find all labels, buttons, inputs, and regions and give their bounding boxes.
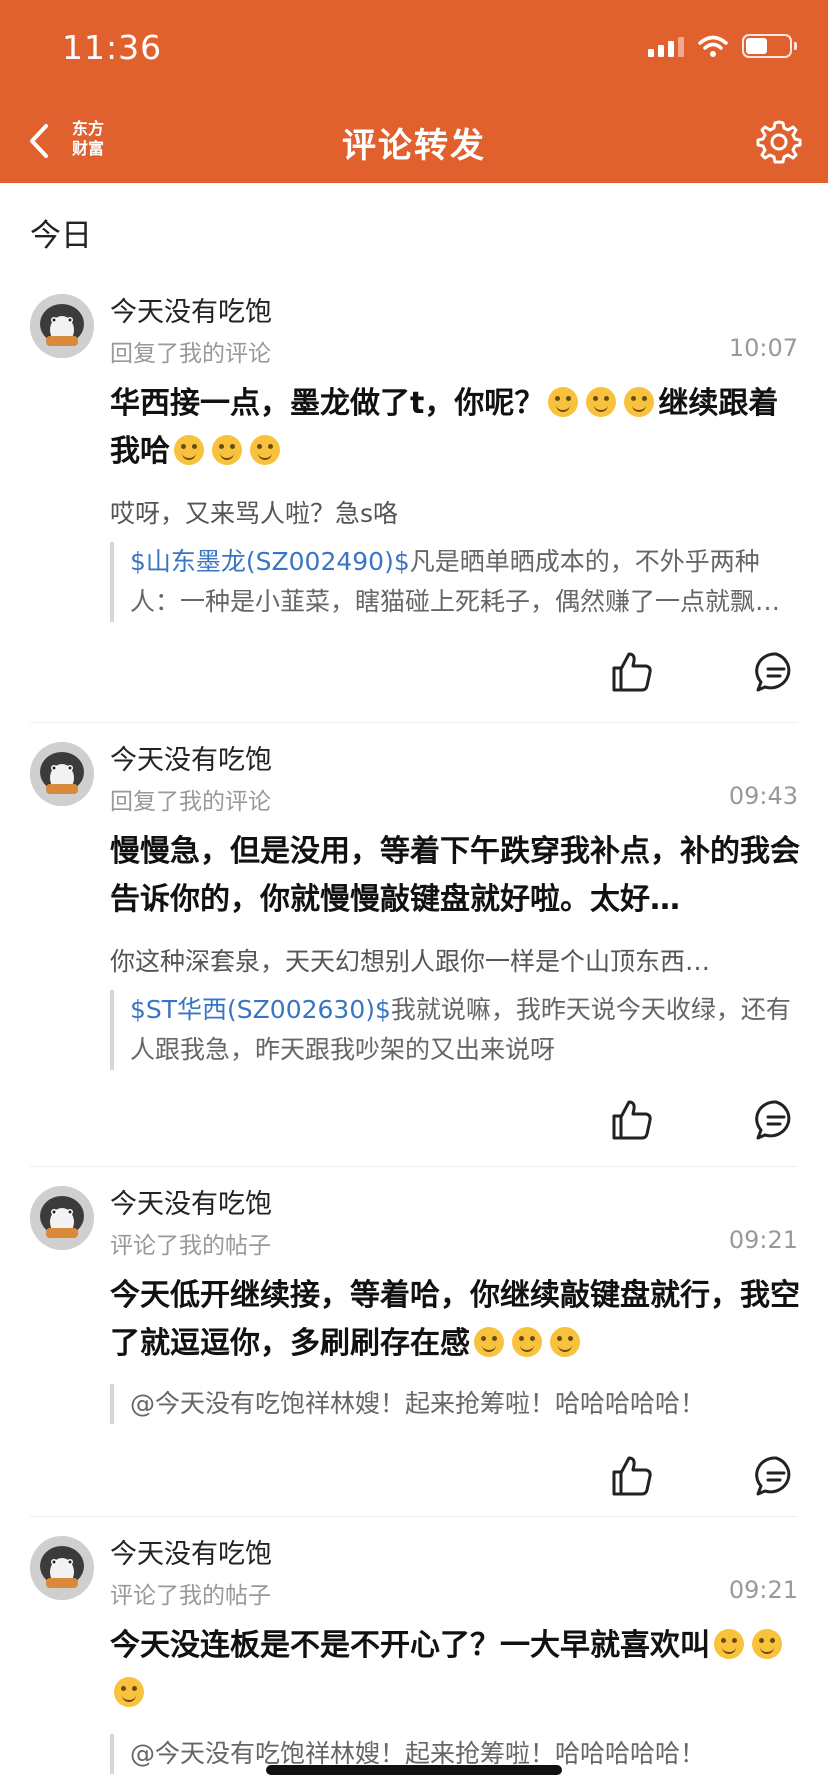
like-thumbs-up-icon[interactable] — [610, 1454, 654, 1498]
stock-link[interactable]: $山东墨龙(SZ002490)$ — [130, 547, 410, 576]
comment-text[interactable]: 华西接一点，墨龙做了t，你呢？ 继续跟着我哈 — [110, 380, 800, 476]
smile-emoji-icon — [250, 435, 280, 465]
action-text: 回复了我的评论 — [110, 789, 271, 815]
quoted-post[interactable]: $山东墨龙(SZ002490)$凡是晒单晒成本的，不外乎两种人：一种是小韮菜，瞎… — [110, 542, 800, 622]
battery-level — [746, 38, 767, 54]
username[interactable]: 今天没有吃饱 — [110, 1182, 272, 1221]
comment-text-part: 今天低开继续接，等着哈，你继续敲键盘就行，我空了就逗逗你，多刷刷存在感 — [110, 1278, 800, 1361]
avatar[interactable] — [30, 742, 94, 806]
comment-bubble-icon[interactable] — [754, 1098, 798, 1142]
stock-link[interactable]: $ST华西(SZ002630)$ — [130, 995, 391, 1024]
quoted-post[interactable]: $ST华西(SZ002630)$我就说嘛，我昨天说今天收绿，还有人跟我急，昨天跟… — [110, 990, 800, 1070]
action-text: 评论了我的帖子 — [110, 1583, 271, 1609]
avatar[interactable] — [30, 294, 94, 358]
smile-emoji-icon — [752, 1629, 782, 1659]
wifi-icon — [698, 35, 728, 57]
smile-emoji-icon — [512, 1327, 542, 1357]
timestamp: 09:43 — [728, 782, 798, 810]
comment-card[interactable]: 今天没有吃饱 评论了我的帖子 09:21 今天低开继续接，等着哈，你继续敲键盘就… — [0, 1182, 828, 1512]
comment-card[interactable]: 今天没有吃饱 回复了我的评论 09:43 慢慢急，但是没用，等着下午跌穿我补点，… — [0, 738, 828, 1168]
smile-emoji-icon — [114, 1677, 144, 1707]
reply-text[interactable]: 你这种深套泉，天天幻想别人跟你一样是个山顶东西… — [110, 942, 800, 978]
timestamp: 10:07 — [728, 334, 798, 362]
status-time: 11:36 — [62, 28, 163, 67]
comment-card[interactable]: 今天没有吃饱 回复了我的评论 10:07 华西接一点，墨龙做了t，你呢？ 继续跟着… — [0, 290, 828, 720]
comment-bubble-icon[interactable] — [754, 650, 798, 694]
smile-emoji-icon — [714, 1629, 744, 1659]
section-title-today: 今日 — [30, 218, 92, 254]
comment-text-part: 今天没连板是不是不开心了？一大早就喜欢叫 — [110, 1628, 710, 1663]
reply-text[interactable]: 哎呀，又来骂人啦？急s咯 — [110, 494, 800, 530]
page-title: 评论转发 — [342, 126, 486, 166]
smile-emoji-icon — [474, 1327, 504, 1357]
username[interactable]: 今天没有吃饱 — [110, 290, 272, 329]
divider — [30, 722, 798, 723]
comment-text[interactable]: 慢慢急，但是没用，等着下午跌穿我补点，补的我会告诉你的，你就慢慢敲键盘就好啦。太… — [110, 828, 800, 924]
comment-text[interactable]: 今天没连板是不是不开心了？一大早就喜欢叫 — [110, 1622, 800, 1718]
timestamp: 09:21 — [728, 1226, 798, 1254]
avatar[interactable] — [30, 1536, 94, 1600]
timestamp: 09:21 — [728, 1576, 798, 1604]
status-icons — [648, 34, 797, 58]
username[interactable]: 今天没有吃饱 — [110, 738, 272, 777]
settings-gear-icon[interactable] — [756, 118, 802, 164]
divider — [30, 1166, 798, 1167]
smile-emoji-icon — [548, 387, 579, 417]
husky-avatar-icon — [30, 294, 94, 358]
username[interactable]: 今天没有吃饱 — [110, 1532, 272, 1571]
husky-avatar-icon — [30, 742, 94, 806]
quoted-post[interactable]: @今天没有吃饱祥林嫂！起来抢筹啦！哈哈哈哈哈！ — [110, 1384, 800, 1424]
quote-text: @今天没有吃饱祥林嫂！起来抢筹啦！哈哈哈哈哈！ — [130, 1389, 706, 1418]
top-bar: 11:36 东方财富 评论转发 — [0, 0, 828, 183]
action-text: 评论了我的帖子 — [110, 1233, 271, 1259]
comment-card[interactable]: 今天没有吃饱 评论了我的帖子 09:21 今天没连板是不是不开心了？一大早就喜欢… — [0, 1532, 828, 1782]
smile-emoji-icon — [174, 435, 204, 465]
husky-avatar-icon — [30, 1186, 94, 1250]
avatar[interactable] — [30, 1186, 94, 1250]
comment-text[interactable]: 今天低开继续接，等着哈，你继续敲键盘就行，我空了就逗逗你，多刷刷存在感 — [110, 1272, 800, 1368]
smile-emoji-icon — [212, 435, 242, 465]
cellular-signal-icon — [648, 35, 684, 57]
divider — [30, 1516, 798, 1517]
smile-emoji-icon — [550, 1327, 580, 1357]
comment-text-part: 华西接一点，墨龙做了t，你呢？ — [110, 386, 545, 421]
smile-emoji-icon — [586, 387, 617, 417]
quote-text: @今天没有吃饱祥林嫂！起来抢筹啦！哈哈哈哈哈！ — [130, 1739, 706, 1768]
like-thumbs-up-icon[interactable] — [610, 650, 654, 694]
battery-icon — [742, 34, 797, 58]
home-indicator[interactable] — [266, 1765, 562, 1775]
comment-bubble-icon[interactable] — [754, 1454, 798, 1498]
smile-emoji-icon — [624, 387, 655, 417]
action-text: 回复了我的评论 — [110, 341, 271, 367]
husky-avatar-icon — [30, 1536, 94, 1600]
like-thumbs-up-icon[interactable] — [610, 1098, 654, 1142]
